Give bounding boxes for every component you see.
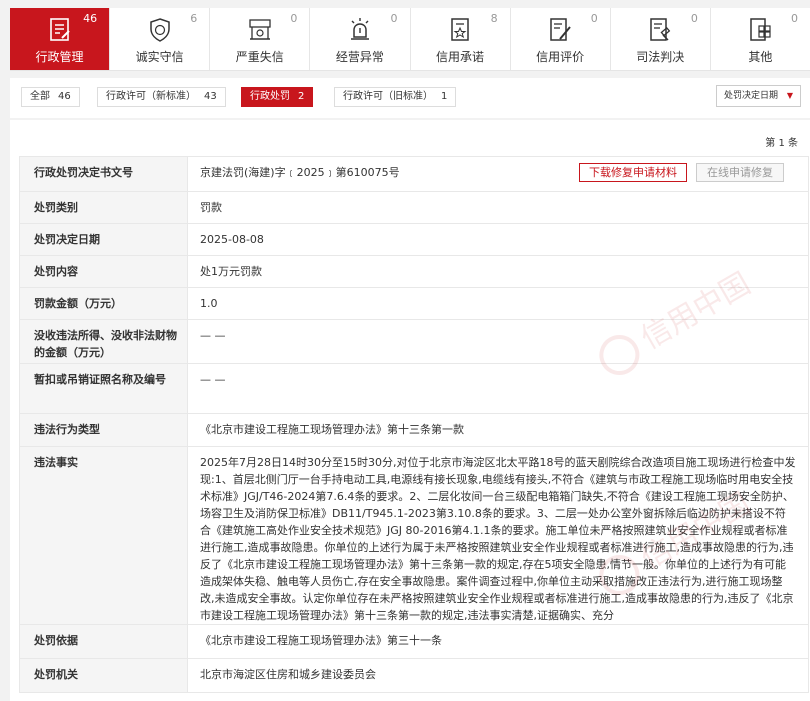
table-row: 处罚类别 罚款 [19,191,809,224]
table-row: 暂扣或吊销证照名称及编号 — — [19,363,809,414]
table-row: 处罚决定日期 2025-08-08 [19,223,809,256]
row-key: 处罚内容 [19,255,188,288]
alarm-icon [347,17,373,43]
table-row: 违法行为类型 《北京市建设工程施工现场管理办法》第十三条第一款 [19,413,809,447]
tab-label: 行政管理 [35,50,84,64]
tab-other[interactable]: 0 其他 [711,8,810,70]
tab-count: 0 [290,12,298,25]
tab-label: 严重失信 [235,50,284,64]
filter-all[interactable]: 全部 46 [21,87,80,107]
row-key: 行政处罚决定书文号 [19,156,188,192]
download-repair-materials-button[interactable]: 下载修复申请材料 [579,163,687,182]
row-key: 违法行为类型 [19,413,188,447]
table-row: 行政处罚决定书文号 京建法罚(海建)字﹝2025﹞第610075号 [19,156,809,192]
table-row: 罚款金额（万元） 1.0 [19,287,809,320]
filter-license-old[interactable]: 行政许可（旧标准） 1 [334,87,457,107]
row-value: 罚款 [187,191,809,224]
table-row: 没收违法所得、没收非法财物的金额（万元） — — [19,319,809,364]
tab-count: 0 [590,12,598,25]
filter-count: 1 [441,91,448,102]
shield-icon [147,17,173,43]
row-value: 2025-08-08 [187,223,809,256]
row-value: 北京市海淀区住房和城乡建设委员会 [187,658,809,693]
tab-label: 经营异常 [335,50,384,64]
tab-count: 6 [190,12,198,25]
row-key: 暂扣或吊销证照名称及编号 [19,363,188,414]
tab-count: 8 [490,12,498,25]
sort-dropdown[interactable]: 处罚决定日期 ▼ [715,85,801,107]
row-key: 罚款金额（万元） [19,287,188,320]
table-row: 处罚内容 处1万元罚款 [19,255,809,288]
tab-honest-trust[interactable]: 6 诚实守信 [110,8,211,70]
row-key: 处罚依据 [19,624,188,659]
filter-label: 行政许可（旧标准） [343,91,433,102]
row-value: — — [187,319,809,364]
filter-license-new[interactable]: 行政许可（新标准） 43 [97,87,226,107]
table-row: 处罚机关 北京市海淀区住房和城乡建设委员会 [19,658,809,693]
detail-panel: 第 1 条 行政处罚决定书文号 京建法罚(海建)字﹝2025﹞第610075号 … [10,120,810,701]
online-repair-button[interactable]: 在线申请修复 [696,163,784,182]
penalty-detail-table: 行政处罚决定书文号 京建法罚(海建)字﹝2025﹞第610075号 处罚类别 罚… [19,156,809,693]
tab-label: 司法判决 [636,50,685,64]
table-row: 处罚依据 《北京市建设工程施工现场管理办法》第三十一条 [19,624,809,659]
tab-business-abnormal[interactable]: 0 经营异常 [310,8,411,70]
row-value: 1.0 [187,287,809,320]
filter-label: 行政许可（新标准） [106,91,196,102]
tab-credit-evaluation[interactable]: 0 信用评价 [511,8,611,70]
tab-label: 信用承诺 [436,50,485,64]
tab-credit-commitment[interactable]: 8 信用承诺 [411,8,511,70]
filter-bar: 全部 46 行政许可（新标准） 43 行政处罚 2 行政许可（旧标准） 1 处罚决定日期… [10,78,810,118]
filter-label: 行政处罚 [250,91,290,102]
gavel-document-icon [647,17,673,43]
star-document-icon [447,17,473,43]
tab-label: 诚实守信 [135,50,184,64]
row-value: 《北京市建设工程施工现场管理办法》第十三条第一款 [187,413,809,447]
grid-document-icon [747,17,773,43]
pen-document-icon [547,17,573,43]
tab-judicial-judgment[interactable]: 0 司法判决 [611,8,711,70]
tab-admin-management[interactable]: 46 行政管理 [10,8,111,70]
tab-count: 46 [83,12,98,25]
table-row: 违法事实 2025年7月28日14时30分至15时30分,对位于北京市海淀区北太… [19,446,809,625]
filter-penalty[interactable]: 行政处罚 2 [241,87,314,107]
filter-count: 2 [298,91,305,102]
filter-count: 43 [204,91,217,102]
row-key: 处罚类别 [19,191,188,224]
page-info: 第 1 条 [765,138,798,149]
blacklist-icon [247,17,273,43]
filter-count: 46 [58,91,71,102]
row-value: — — [187,363,809,414]
category-tabs: 46 行政管理 6 诚实守信 0 严重失信 0 经营异常 8 信用承诺 0 信用… [10,8,810,71]
row-key: 处罚决定日期 [19,223,188,256]
sort-label: 处罚决定日期 [723,91,778,101]
tab-count: 0 [791,12,798,25]
filter-label: 全部 [30,91,50,102]
chevron-down-icon: ▼ [786,91,793,100]
row-key: 处罚机关 [19,658,188,693]
row-key: 违法事实 [19,446,188,625]
row-value: 《北京市建设工程施工现场管理办法》第三十一条 [187,624,809,659]
tab-label: 信用评价 [536,50,585,64]
tab-serious-dishonesty[interactable]: 0 严重失信 [210,8,311,70]
row-value: 2025年7月28日14时30分至15时30分,对位于北京市海淀区北太平路18号… [187,446,809,625]
tab-count: 0 [690,12,698,25]
tab-count: 0 [390,12,398,25]
row-key: 没收违法所得、没收非法财物的金额（万元） [19,319,188,364]
row-value: 处1万元罚款 [187,255,809,288]
document-edit-icon [47,17,73,43]
tab-label: 其他 [748,50,773,64]
